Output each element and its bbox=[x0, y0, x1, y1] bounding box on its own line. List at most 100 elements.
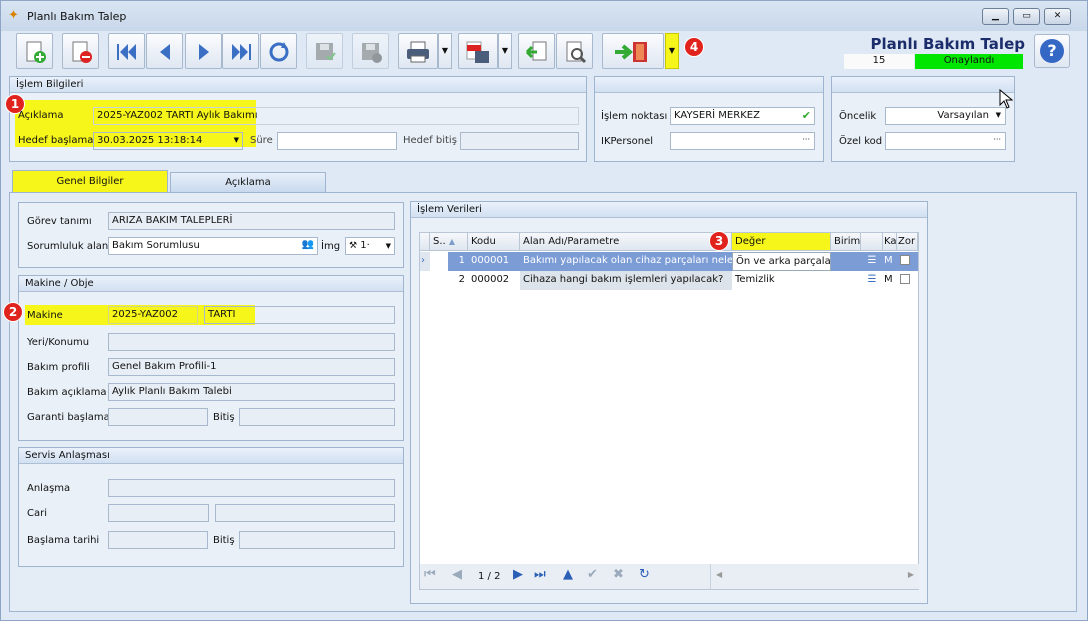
oncelik-select[interactable]: Varsayılan ▼ bbox=[885, 107, 1006, 125]
refresh-button[interactable] bbox=[260, 33, 297, 69]
baslama-tarihi-input[interactable] bbox=[108, 531, 208, 549]
col-header-kodu[interactable]: Kodu bbox=[468, 233, 520, 251]
cari-code-input[interactable] bbox=[108, 504, 209, 522]
minimize-button[interactable]: ▁ bbox=[982, 8, 1009, 25]
col-header-s[interactable]: S.. ▲ bbox=[430, 233, 468, 251]
table-row[interactable]: › 1 000001 Bakımı yapılacak olan cihaz p… bbox=[420, 252, 918, 271]
cell-ka[interactable]: M bbox=[883, 252, 897, 271]
sorumluluk-label: Sorumluluk alanı bbox=[27, 241, 112, 252]
cell-deger[interactable]: Ön ve arka parçalar bbox=[732, 252, 831, 271]
close-button[interactable]: ✕ bbox=[1044, 8, 1071, 25]
zor-checkbox[interactable] bbox=[900, 255, 910, 265]
save-button[interactable] bbox=[306, 33, 343, 69]
tab-genel-bilgiler[interactable]: Genel Bilgiler bbox=[12, 170, 168, 192]
islem-noktasi-input[interactable]: KAYSERİ MERKEZ ✔ bbox=[670, 107, 815, 125]
help-icon: ? bbox=[1040, 39, 1064, 63]
cari-name-input[interactable] bbox=[215, 504, 395, 522]
hedef-baslama-input[interactable]: 30.03.2025 13:18:14 ▼ bbox=[93, 132, 243, 150]
oncelik-value: Varsayılan bbox=[937, 110, 989, 121]
last-record-button[interactable] bbox=[222, 33, 259, 69]
first-page-icon[interactable]: ⏮ bbox=[424, 567, 436, 582]
maximize-button[interactable]: ▭ bbox=[1013, 8, 1040, 25]
img-select[interactable]: ⚒ 1· ▼ bbox=[345, 237, 395, 255]
cell-alan[interactable]: Bakımı yapılacak olan cihaz parçaları ne… bbox=[520, 252, 732, 271]
cell-ka[interactable]: M bbox=[883, 271, 897, 290]
import-button[interactable] bbox=[518, 33, 555, 69]
col-header-icon[interactable] bbox=[861, 233, 883, 251]
scroll-left-icon[interactable]: ◀ bbox=[716, 570, 722, 579]
col-header-ka[interactable]: Ka bbox=[883, 233, 897, 251]
zor-checkbox[interactable] bbox=[900, 274, 910, 284]
col-header-deger[interactable]: Değer bbox=[732, 233, 831, 251]
list-icon[interactable]: ☰ bbox=[861, 271, 883, 290]
bakim-aciklama-input[interactable]: Aylık Planlı Bakım Talebi bbox=[108, 383, 395, 401]
print-dropdown[interactable]: ▼ bbox=[438, 33, 452, 69]
ikpersonel-input[interactable]: ··· bbox=[670, 132, 815, 150]
list-icon[interactable]: ☰ bbox=[861, 252, 883, 271]
img-value: 1· bbox=[360, 240, 370, 251]
aciklama-input[interactable]: 2025-YAZ002 TARTI Aylık Bakımı bbox=[93, 107, 579, 125]
hedef-baslama-value: 30.03.2025 13:18:14 bbox=[97, 135, 203, 146]
makine-name-input[interactable]: TARTI bbox=[204, 306, 395, 324]
hedef-bitis-input[interactable] bbox=[460, 132, 579, 150]
pdf-export-button[interactable] bbox=[458, 33, 498, 69]
garanti-bitis-input[interactable] bbox=[239, 408, 395, 426]
hedef-bitis-label: Hedef bitiş bbox=[403, 135, 457, 146]
cancel-icon[interactable]: ✖ bbox=[613, 567, 624, 582]
cell-birim[interactable] bbox=[831, 252, 861, 271]
gorev-tanimi-label: Görev tanımı bbox=[27, 216, 92, 227]
window-title: Planlı Bakım Talep bbox=[27, 10, 127, 23]
exit-dropdown[interactable]: ▼ bbox=[665, 33, 679, 69]
cell-kodu[interactable]: 000002 bbox=[468, 271, 520, 290]
horizontal-scrollbar[interactable]: ◀ ▶ bbox=[710, 564, 919, 589]
tools-button[interactable] bbox=[556, 33, 593, 69]
gorev-tanimi-input[interactable]: ARIZA BAKIM TALEPLERİ bbox=[108, 212, 395, 230]
first-record-button[interactable] bbox=[108, 33, 145, 69]
last-page-icon[interactable]: ⏭ bbox=[534, 567, 546, 582]
insert-icon[interactable]: ▲ bbox=[563, 567, 573, 582]
cell-alan[interactable]: Cihaza hangi bakım işlemleri yapılacak? bbox=[520, 271, 732, 290]
cell-zor[interactable] bbox=[897, 252, 918, 271]
sure-input[interactable] bbox=[277, 132, 397, 150]
refresh-icon[interactable]: ↻ bbox=[639, 567, 650, 582]
col-header-birim[interactable]: Birim bbox=[831, 233, 861, 251]
help-button[interactable]: ? bbox=[1034, 34, 1070, 68]
print-button[interactable] bbox=[398, 33, 438, 69]
page-title: Planlı Bakım Talep bbox=[870, 35, 1025, 53]
previous-page-icon[interactable]: ◀ bbox=[452, 567, 462, 582]
ellipsis-icon[interactable]: ··· bbox=[802, 135, 810, 144]
cell-kodu[interactable]: 000001 bbox=[468, 252, 520, 271]
exit-button[interactable] bbox=[602, 33, 664, 69]
col-header-alan[interactable]: Alan Adı/Parametre bbox=[520, 233, 732, 251]
tab-aciklama[interactable]: Açıklama bbox=[170, 172, 326, 192]
ikpersonel-label: IKPersonel bbox=[601, 136, 654, 147]
new-button[interactable] bbox=[16, 33, 53, 69]
col-header-zor[interactable]: Zor bbox=[897, 233, 918, 251]
ellipsis-icon[interactable]: ··· bbox=[993, 135, 1001, 144]
cell-birim[interactable] bbox=[831, 271, 861, 290]
delete-button[interactable] bbox=[62, 33, 99, 69]
next-page-icon[interactable]: ▶ bbox=[513, 567, 523, 582]
table-row[interactable]: 2 000002 Cihaza hangi bakım işlemleri ya… bbox=[420, 271, 918, 290]
cell-s[interactable]: 1 bbox=[448, 252, 468, 271]
scroll-right-icon[interactable]: ▶ bbox=[908, 570, 914, 579]
bakim-profili-input[interactable]: Genel Bakım Profili-1 bbox=[108, 358, 395, 376]
cell-s[interactable]: 2 bbox=[448, 271, 468, 290]
cell-deger[interactable]: Temizlik bbox=[732, 271, 831, 290]
users-icon[interactable]: 👥 bbox=[302, 239, 314, 250]
cell-zor[interactable] bbox=[897, 271, 918, 290]
makine-code-input[interactable]: 2025-YAZ002 bbox=[108, 306, 198, 324]
yeri-input[interactable] bbox=[108, 333, 395, 351]
next-record-button[interactable] bbox=[185, 33, 222, 69]
sort-asc-icon: ▲ bbox=[448, 237, 456, 246]
garanti-input[interactable] bbox=[108, 408, 208, 426]
anlasma-input[interactable] bbox=[108, 479, 395, 497]
save-close-button[interactable] bbox=[352, 33, 389, 69]
ozel-kod-input[interactable]: ··· bbox=[885, 132, 1006, 150]
servis-bitis-input[interactable] bbox=[239, 531, 395, 549]
previous-record-button[interactable] bbox=[146, 33, 183, 69]
confirm-icon[interactable]: ✔ bbox=[587, 567, 598, 582]
sorumluluk-input[interactable]: Bakım Sorumlusu 👥 bbox=[108, 237, 318, 255]
export-dropdown[interactable]: ▼ bbox=[498, 33, 512, 69]
page-indicator: 1 / 2 bbox=[478, 571, 501, 582]
